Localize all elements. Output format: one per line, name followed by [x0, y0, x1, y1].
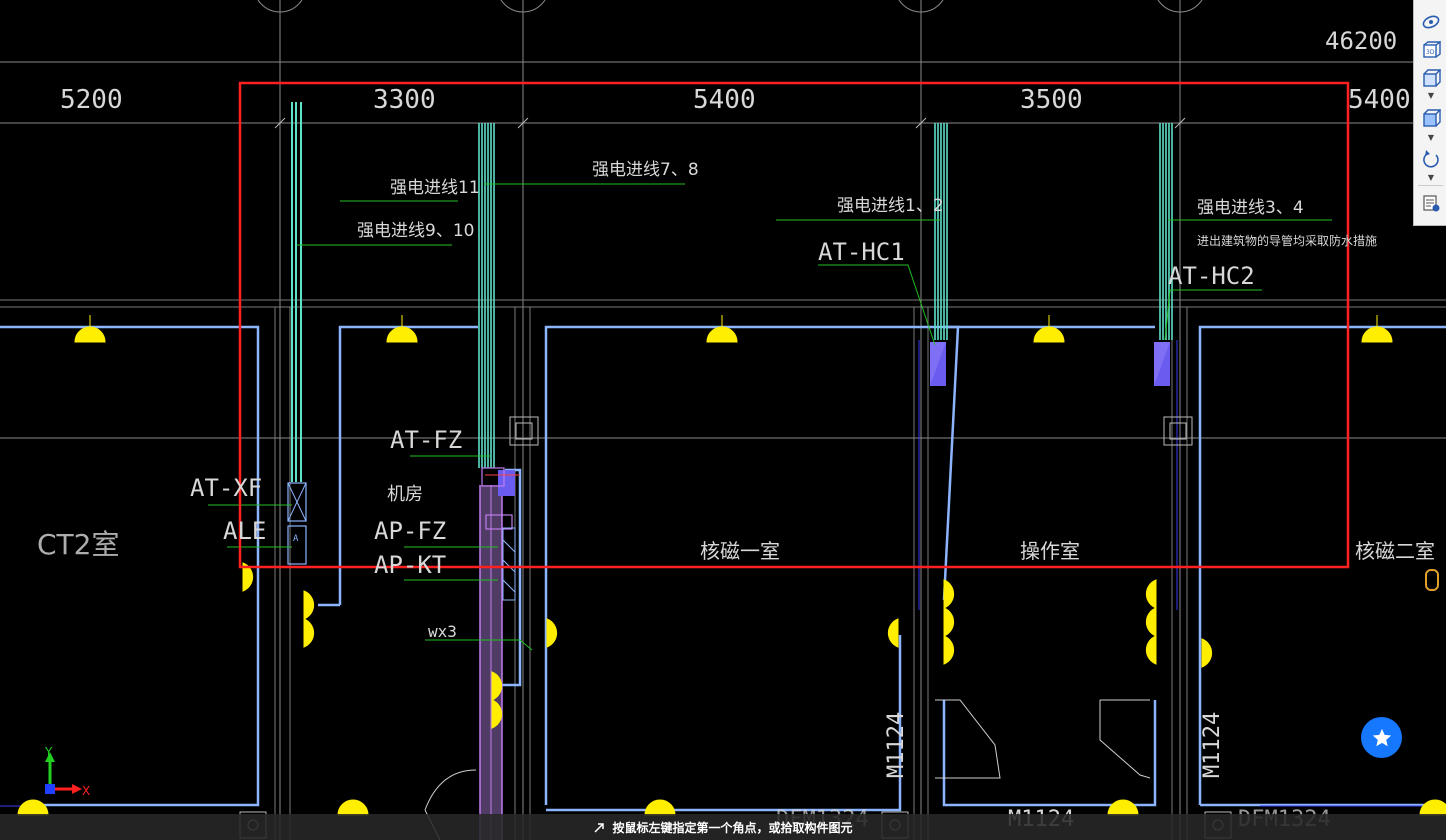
toolbar-divider	[1418, 185, 1443, 186]
label-ap-fz: AP-FZ	[374, 517, 446, 545]
svg-text:A: A	[293, 534, 299, 544]
label-at-hc1: AT-HC1	[818, 238, 905, 266]
dimension-span-4: 3500	[1020, 85, 1083, 115]
label-at-xf: AT-XF	[190, 474, 262, 502]
label-at-fz: AT-FZ	[390, 426, 462, 454]
cable-bundle-9-10-11	[291, 102, 302, 482]
blue-fine-lines	[0, 340, 1446, 807]
lamp-symbols	[17, 315, 1446, 816]
room-machine: 机房	[387, 484, 423, 505]
svg-text:3D: 3D	[1426, 49, 1435, 56]
door-m1124-a: M1124	[884, 712, 909, 778]
dimension-span-2: 3300	[373, 85, 436, 115]
room-nmr-1: 核磁一室	[700, 539, 780, 563]
cable-bundle-7-8	[478, 123, 495, 468]
star-icon	[1372, 728, 1391, 746]
panel-hc2-symbol[interactable]	[1154, 342, 1170, 386]
command-prompt-bar: 按鼠标左键指定第一个角点，或拾取构件图元	[0, 814, 1446, 840]
panel-at-xf-symbol[interactable]: A	[287, 482, 307, 565]
command-prompt-text: 按鼠标左键指定第一个角点，或拾取构件图元	[612, 820, 853, 835]
favorite-star-button[interactable]	[1361, 717, 1402, 758]
label-ap-kt: AP-KT	[374, 551, 446, 579]
dimension-span-1: 5200	[60, 85, 123, 115]
ucs-axis-icon: Y X	[44, 745, 90, 798]
label-feed-3-4: 强电进线3、4	[1197, 198, 1304, 218]
room-ct2: CT2室	[37, 528, 119, 561]
label-feed-7-8: 强电进线7、8	[592, 160, 699, 180]
label-feed-9-10: 强电进线9、10	[357, 221, 474, 241]
layer-manager-icon[interactable]	[1419, 191, 1443, 215]
dimension-total: 46200	[1325, 27, 1397, 55]
view-toolbar: 3D ▼ ▼ ▼	[1413, 0, 1446, 226]
small-squares	[239, 416, 1232, 839]
label-waterproof-note: 进出建筑物的导管均采取防水措施	[1197, 233, 1377, 248]
panel-hc1-symbol[interactable]	[930, 342, 946, 386]
view-3d-icon[interactable]: 3D	[1419, 38, 1443, 62]
view-cube-dropdown-icon[interactable]: ▼	[1426, 134, 1436, 142]
cad-drawing-canvas[interactable]: A 46200 5200 3300 5400 3500 5400 强电进线11 …	[0, 0, 1446, 840]
view-cube-icon[interactable]	[1419, 106, 1443, 130]
side-panel-handle-icon[interactable]	[1425, 569, 1439, 591]
door-m1124-c: M1124	[1200, 712, 1225, 778]
rotate-icon[interactable]	[1419, 147, 1443, 171]
view-box-icon[interactable]	[1419, 66, 1443, 90]
room-nmr-2: 核磁二室	[1355, 539, 1435, 563]
ucs-x-label: X	[82, 784, 90, 798]
dimension-span-3: 5400	[693, 85, 756, 115]
riser-conduit	[479, 485, 503, 840]
grid-lines	[0, 0, 1446, 840]
cursor-arrow-icon	[593, 820, 607, 834]
room-operation: 操作室	[1020, 539, 1080, 563]
ucs-y-label: Y	[44, 745, 53, 759]
wall-lines	[0, 299, 1446, 840]
rotate-dropdown-icon[interactable]: ▼	[1426, 174, 1436, 182]
label-ale: ALE	[223, 517, 266, 545]
label-feed-1-2: 强电进线1、2	[837, 196, 944, 216]
dimension-span-5: 5400	[1348, 85, 1411, 115]
view-box-dropdown-icon[interactable]: ▼	[1426, 92, 1436, 100]
label-at-hc2: AT-HC2	[1168, 262, 1255, 290]
label-wx3: wx3	[428, 622, 457, 641]
label-feed-11: 强电进线11	[390, 178, 480, 198]
orbit-icon[interactable]	[1419, 10, 1443, 34]
wiring-lines	[0, 325, 1446, 812]
